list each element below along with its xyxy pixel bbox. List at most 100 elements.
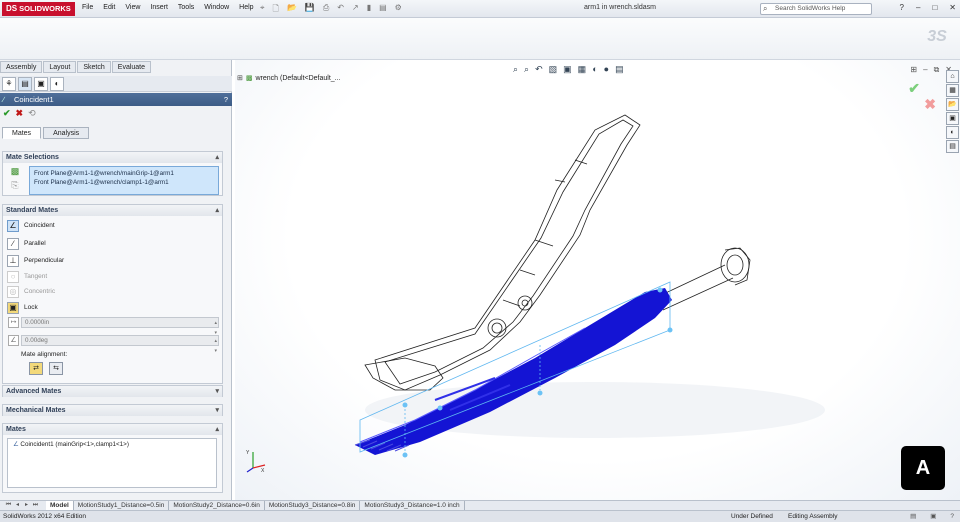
solidworks-logo[interactable]: DS SOLIDWORKS: [2, 2, 75, 16]
selection-item[interactable]: Front Plane@Arm1-1@wrench/clamp1-1@arm1: [34, 178, 214, 187]
standard-mates-header[interactable]: Standard Mates ▴: [3, 205, 222, 216]
display-style-icon[interactable]: ▦: [578, 64, 587, 75]
menu-tools[interactable]: Tools: [178, 4, 194, 11]
distance-icon[interactable]: ↦: [8, 317, 19, 328]
tangent-mate-option[interactable]: ○ Tangent: [7, 269, 47, 284]
file-properties-icon[interactable]: ▤: [379, 3, 387, 17]
pin-icon[interactable]: ⟲: [28, 108, 36, 119]
angle-input[interactable]: 0.00deg ▴ ▾: [21, 335, 219, 354]
zoom-to-fit-icon[interactable]: ⌕: [513, 64, 518, 75]
anti-aligned-button[interactable]: ⇆: [49, 362, 63, 375]
mates-list[interactable]: ∠ Coincident1 (mainGrip<1>,clamp1<1>): [7, 438, 217, 488]
menu-insert[interactable]: Insert: [150, 4, 168, 11]
wrench-model[interactable]: [235, 60, 960, 500]
options-icon[interactable]: ⚙: [395, 3, 402, 17]
multiple-mate-icon[interactable]: ⎘: [8, 180, 22, 192]
menu-view[interactable]: View: [125, 4, 140, 11]
tab-analysis[interactable]: Analysis: [43, 127, 90, 139]
spinner-icon[interactable]: ▴ ▾: [214, 336, 217, 356]
tab-motion-study-2[interactable]: MotionStudy2_Distance=0.6in: [169, 501, 265, 510]
next-tab-icon[interactable]: ▸: [22, 501, 31, 510]
graphics-area[interactable]: ⊞ ▩ wrench (Default<Default_... ⌕ ⌕ ↶ ▧ …: [235, 60, 960, 500]
concentric-mate-option[interactable]: ◎ Concentric: [7, 284, 55, 299]
viewport-split-icon[interactable]: ⊞: [910, 65, 917, 75]
appearances-icon[interactable]: ◐: [946, 126, 959, 139]
tab-mates[interactable]: Mates: [2, 127, 42, 139]
previous-view-icon[interactable]: ↶: [535, 64, 543, 75]
last-tab-icon[interactable]: ⏭: [31, 501, 40, 510]
aligned-button[interactable]: ⇄: [29, 362, 43, 375]
advanced-mates-header[interactable]: Advanced Mates ▾: [3, 386, 222, 397]
tab-motion-study-4[interactable]: MotionStudy3_Distance=1.0 inch: [360, 501, 465, 510]
expand-icon[interactable]: ▾: [215, 405, 219, 416]
undo-icon[interactable]: ↶: [337, 3, 344, 17]
new-icon[interactable]: 🗋: [273, 3, 279, 17]
angle-icon[interactable]: ∠: [8, 335, 19, 346]
mechanical-mates-header[interactable]: Mechanical Mates ▾: [3, 405, 222, 416]
expand-icon[interactable]: ▾: [215, 386, 219, 397]
design-library-icon[interactable]: ▦: [946, 84, 959, 97]
viewport-minimize-icon[interactable]: –: [923, 65, 927, 75]
property-manager-icon[interactable]: ▤: [18, 77, 32, 91]
pin-menu-icon[interactable]: ⌖: [260, 3, 265, 17]
collapse-icon[interactable]: ▴: [215, 152, 219, 163]
view-palette-icon[interactable]: ▣: [946, 112, 959, 125]
selection-item[interactable]: Front Plane@Arm1-1@wrench/mainGrip-1@arm…: [34, 169, 214, 178]
expand-icon[interactable]: ⊞: [237, 74, 243, 82]
viewport-restore-icon[interactable]: ⧉: [934, 65, 940, 75]
search-help-input[interactable]: ⌕ Search SolidWorks Help: [760, 3, 872, 15]
open-icon[interactable]: 📂: [287, 3, 297, 17]
collapse-icon[interactable]: ▴: [215, 424, 219, 435]
save-icon[interactable]: 💾: [305, 3, 315, 17]
scene-icon[interactable]: ▤: [615, 64, 624, 75]
tab-sketch[interactable]: Sketch: [77, 61, 111, 73]
help-icon[interactable]: ?: [900, 3, 904, 12]
print-icon[interactable]: ⎙: [323, 3, 329, 17]
display-manager-icon[interactable]: ◐: [50, 77, 64, 91]
confirm-cancel-icon[interactable]: ✖: [924, 96, 936, 113]
advanced-mates-group[interactable]: Advanced Mates ▾: [2, 385, 223, 397]
prev-tab-icon[interactable]: ◂: [13, 501, 22, 510]
perpendicular-mate-option[interactable]: ⊥ Perpendicular: [7, 253, 64, 268]
mate-selections-header[interactable]: Mate Selections ▴: [3, 152, 222, 163]
menu-file[interactable]: File: [82, 4, 93, 11]
custom-properties-icon[interactable]: ▤: [946, 140, 959, 153]
feature-tree-root[interactable]: ⊞ ▩ wrench (Default<Default_...: [237, 74, 341, 83]
first-tab-icon[interactable]: ⏮: [4, 501, 13, 510]
hide-show-icon[interactable]: ◐: [592, 64, 597, 75]
menu-help[interactable]: Help: [239, 4, 253, 11]
help-status-icon[interactable]: ?: [950, 511, 954, 522]
feature-tree-icon[interactable]: ⚘: [2, 77, 16, 91]
mate-selection-list[interactable]: Front Plane@Arm1-1@wrench/mainGrip-1@arm…: [29, 166, 219, 195]
list-item[interactable]: ∠ Coincident1 (mainGrip<1>,clamp1<1>): [13, 441, 211, 448]
file-explorer-icon[interactable]: 📂: [946, 98, 959, 111]
mates-header[interactable]: Mates ▴: [3, 424, 222, 435]
tab-motion-study-1[interactable]: MotionStudy1_Distance=0.5in: [74, 501, 170, 510]
rebuild-status-icon[interactable]: ▤: [910, 511, 916, 522]
view-orientation-icon[interactable]: ▣: [563, 64, 572, 75]
cancel-button[interactable]: ✖: [16, 108, 24, 119]
ok-button[interactable]: ✔: [3, 108, 11, 119]
tab-layout[interactable]: Layout: [43, 61, 77, 73]
section-view-icon[interactable]: ▧: [549, 64, 558, 75]
minimize-button[interactable]: –: [916, 3, 920, 12]
select-icon[interactable]: ↗: [352, 3, 359, 17]
rebuild-icon[interactable]: ▮: [367, 3, 371, 17]
distance-input[interactable]: 0.0000in ▴ ▾: [21, 317, 219, 336]
menu-window[interactable]: Window: [204, 4, 229, 11]
units-icon[interactable]: ▣: [930, 511, 936, 522]
mechanical-mates-group[interactable]: Mechanical Mates ▾: [2, 404, 223, 416]
configuration-icon[interactable]: ▣: [34, 77, 48, 91]
close-button[interactable]: ✕: [949, 3, 956, 12]
zoom-area-icon[interactable]: ⌕: [524, 64, 529, 75]
resources-icon[interactable]: ⌂: [946, 70, 959, 83]
collapse-icon[interactable]: ▴: [215, 205, 219, 216]
tab-assembly[interactable]: Assembly: [0, 61, 43, 73]
maximize-button[interactable]: □: [932, 3, 937, 12]
help-icon[interactable]: ?: [224, 93, 228, 106]
coincident-mate-option[interactable]: ∠ Coincident: [7, 218, 55, 233]
parallel-mate-option[interactable]: ∕ Parallel: [7, 236, 46, 251]
confirm-ok-icon[interactable]: ✔: [908, 80, 920, 97]
appearance-icon[interactable]: ●: [604, 64, 609, 75]
tab-motion-study-3[interactable]: MotionStudy3_Distance=0.8in: [265, 501, 361, 510]
